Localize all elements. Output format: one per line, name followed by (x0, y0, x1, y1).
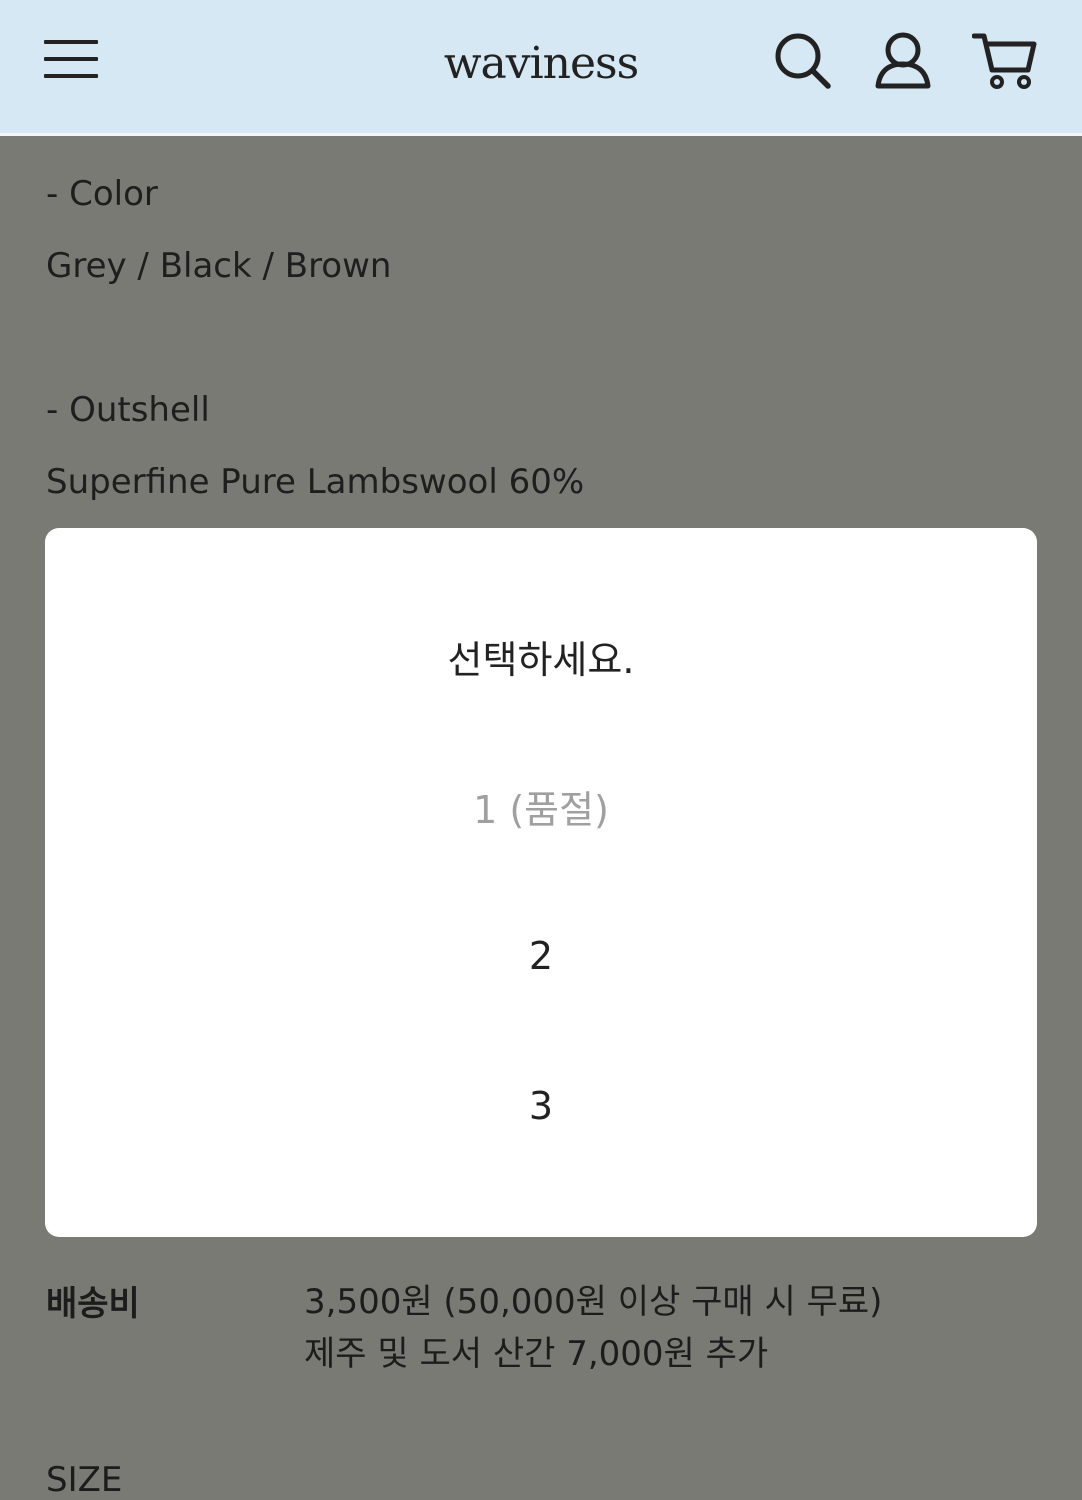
shipping-label: 배송비 (46, 1284, 140, 1324)
color-heading: - Color (46, 174, 158, 214)
cart-icon[interactable] (971, 30, 1037, 92)
shipping-info: 3,500원 (50,000원 이상 구매 시 무료) 제주 및 도서 산간 7… (304, 1276, 882, 1380)
option-2[interactable]: 2 (45, 881, 1037, 1031)
shipping-fee-text: 3,500원 (50,000원 이상 구매 시 무료) (304, 1282, 883, 1322)
option-3[interactable]: 3 (45, 1031, 1037, 1181)
search-icon[interactable] (772, 30, 834, 92)
outshell-value: Superfine Pure Lambswool 60% (46, 462, 585, 502)
color-value: Grey / Black / Brown (46, 246, 392, 286)
option-1-sold-out: 1 (품절) (473, 787, 609, 832)
top-header: waviness (0, 0, 1082, 136)
outshell-heading: - Outshell (46, 390, 210, 430)
shipping-extra-text: 제주 및 도서 산간 7,000원 추가 (304, 1334, 769, 1374)
size-label: SIZE (46, 1460, 123, 1500)
option-select-dialog: 선택하세요. 1 (품절) 2 3 (45, 528, 1037, 1237)
option-placeholder[interactable]: 선택하세요. (45, 581, 1037, 731)
user-icon[interactable] (872, 30, 934, 92)
